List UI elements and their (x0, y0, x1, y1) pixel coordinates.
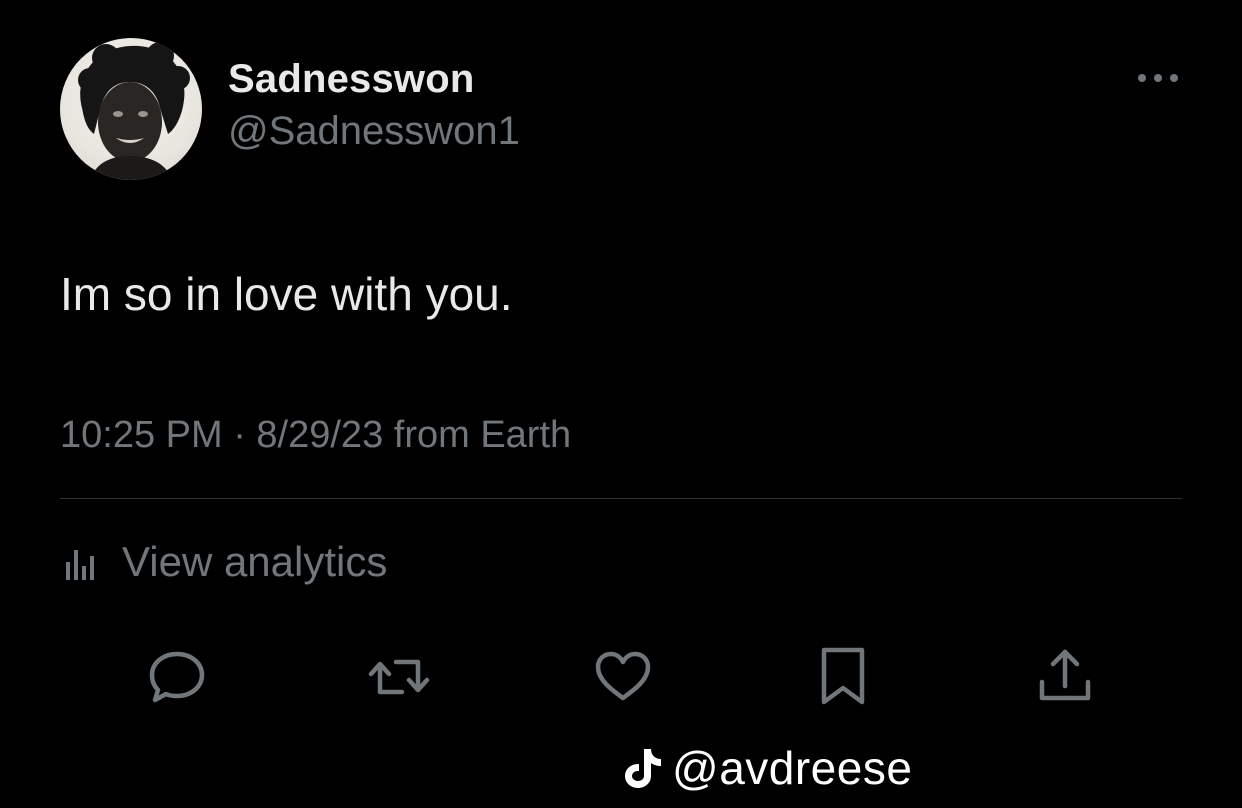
tweet-timestamp[interactable]: 10:25 PM · 8/29/23 from Earth (60, 412, 571, 458)
share-button[interactable] (1034, 646, 1096, 708)
analytics-bars-icon (66, 550, 94, 580)
bookmark-button[interactable] (812, 646, 874, 708)
retweet-button[interactable] (368, 646, 430, 708)
avatar[interactable] (60, 38, 202, 180)
tweet-header: Sadnesswon @Sadnesswon1 (60, 38, 1182, 180)
author-names: Sadnesswon @Sadnesswon1 (228, 56, 520, 154)
like-button[interactable] (592, 646, 654, 708)
tweet-detail-page: Sadnesswon @Sadnesswon1 Im so in love wi… (0, 0, 1242, 808)
bookmark-icon (821, 647, 865, 705)
avatar-photo (78, 42, 190, 180)
tweet-text: Im so in love with you. (60, 268, 513, 320)
author-display-name[interactable]: Sadnesswon (228, 56, 520, 102)
author-handle[interactable]: @Sadnesswon1 (228, 108, 520, 154)
watermark-handle: @avdreese (672, 742, 913, 794)
speech-bubble-icon (149, 651, 205, 703)
share-upload-icon (1039, 649, 1091, 701)
view-analytics-button[interactable]: View analytics (60, 536, 387, 588)
tiktok-note-icon (625, 749, 661, 788)
divider (60, 498, 1182, 499)
retweet-arrows-icon (368, 659, 430, 695)
view-analytics-label: View analytics (122, 538, 388, 585)
tiktok-watermark: @avdreese (622, 740, 912, 796)
reply-button[interactable] (146, 646, 208, 708)
heart-icon (595, 651, 651, 701)
more-options-button[interactable] (1134, 64, 1182, 92)
more-horizontal-icon (1138, 74, 1178, 82)
